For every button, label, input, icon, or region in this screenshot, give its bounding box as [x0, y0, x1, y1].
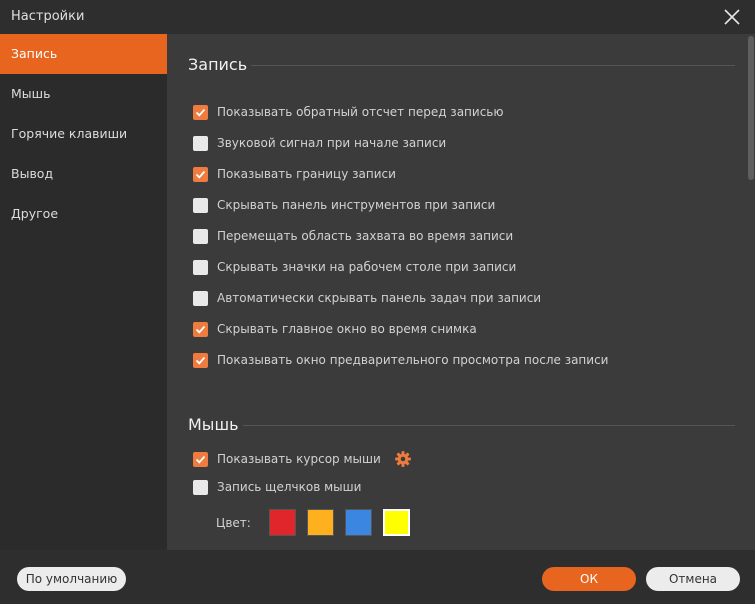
option-beep[interactable]: Звуковой сигнал при начале записи [193, 134, 446, 152]
option-show-cursor[interactable]: Показывать курсор мыши [193, 450, 412, 468]
color-label: Цвет: [216, 516, 251, 530]
checkbox[interactable] [193, 104, 208, 120]
defaults-button[interactable]: По умолчанию [17, 567, 126, 591]
option-hide-taskbar[interactable]: Автоматически скрывать панель задач при … [193, 289, 541, 307]
checkbox[interactable] [193, 197, 208, 213]
checkbox[interactable] [193, 259, 208, 275]
option-hide-desktop-icons[interactable]: Скрывать значки на рабочем столе при зап… [193, 258, 516, 276]
color-swatch-orange[interactable] [307, 509, 334, 536]
section-divider [251, 65, 735, 66]
option-preview-window[interactable]: Показывать окно предварительного просмот… [193, 351, 608, 369]
sidebar-item-recording[interactable]: Запись [0, 34, 167, 74]
checkbox[interactable] [193, 479, 208, 495]
option-hide-main-window[interactable]: Скрывать главное окно во время снимка [193, 320, 477, 338]
title-bar: Настройки [0, 0, 755, 34]
window-title: Настройки [11, 9, 85, 24]
option-label: Перемещать область захвата во время запи… [217, 229, 514, 243]
option-label: Показывать границу записи [217, 167, 396, 181]
option-label: Показывать окно предварительного просмот… [217, 353, 609, 367]
section-divider [243, 425, 735, 426]
checkbox[interactable] [193, 352, 208, 368]
option-label: Скрывать панель инструментов при записи [217, 198, 496, 212]
sidebar-item-hotkeys[interactable]: Горячие клавиши [0, 114, 167, 154]
color-swatch-yellow[interactable] [383, 509, 410, 536]
section-title-recording: Запись [188, 55, 248, 74]
option-label: Скрывать значки на рабочем столе при зап… [217, 260, 517, 274]
section-title-mouse: Мышь [188, 415, 239, 434]
option-label: Показывать курсор мыши [217, 452, 381, 466]
color-swatch-red[interactable] [269, 509, 296, 536]
checkbox[interactable] [193, 290, 208, 306]
checkbox[interactable] [193, 321, 208, 337]
sidebar-item-output[interactable]: Вывод [0, 154, 167, 194]
sidebar-item-mouse[interactable]: Мышь [0, 74, 167, 114]
option-countdown[interactable]: Показывать обратный отсчет перед записью [193, 103, 503, 121]
option-record-clicks[interactable]: Запись щелчков мыши [193, 478, 361, 496]
close-icon[interactable] [721, 6, 743, 28]
sidebar-item-other[interactable]: Другое [0, 194, 167, 234]
ok-button[interactable]: ОК [542, 567, 636, 591]
checkbox[interactable] [193, 135, 208, 151]
option-label: Звуковой сигнал при начале записи [217, 136, 447, 150]
color-swatch-blue[interactable] [345, 509, 372, 536]
scrollbar[interactable] [747, 34, 755, 550]
cancel-button[interactable]: Отмена [646, 567, 740, 591]
gear-icon[interactable] [394, 450, 412, 468]
option-label: Скрывать главное окно во время снимка [217, 322, 477, 336]
checkbox[interactable] [193, 166, 208, 182]
scrollbar-thumb[interactable] [748, 36, 754, 180]
option-label: Показывать обратный отсчет перед записью [217, 105, 504, 119]
option-move-area[interactable]: Перемещать область захвата во время запи… [193, 227, 513, 245]
option-hide-toolbar[interactable]: Скрывать панель инструментов при записи [193, 196, 495, 214]
option-label: Автоматически скрывать панель задач при … [217, 291, 542, 305]
checkbox[interactable] [193, 228, 208, 244]
sidebar: Запись Мышь Горячие клавиши Вывод Другое [0, 34, 167, 550]
option-label: Запись щелчков мыши [217, 480, 362, 494]
settings-content: Запись Показывать обратный отсчет перед … [167, 34, 747, 550]
option-show-border[interactable]: Показывать границу записи [193, 165, 396, 183]
checkbox[interactable] [193, 451, 208, 467]
